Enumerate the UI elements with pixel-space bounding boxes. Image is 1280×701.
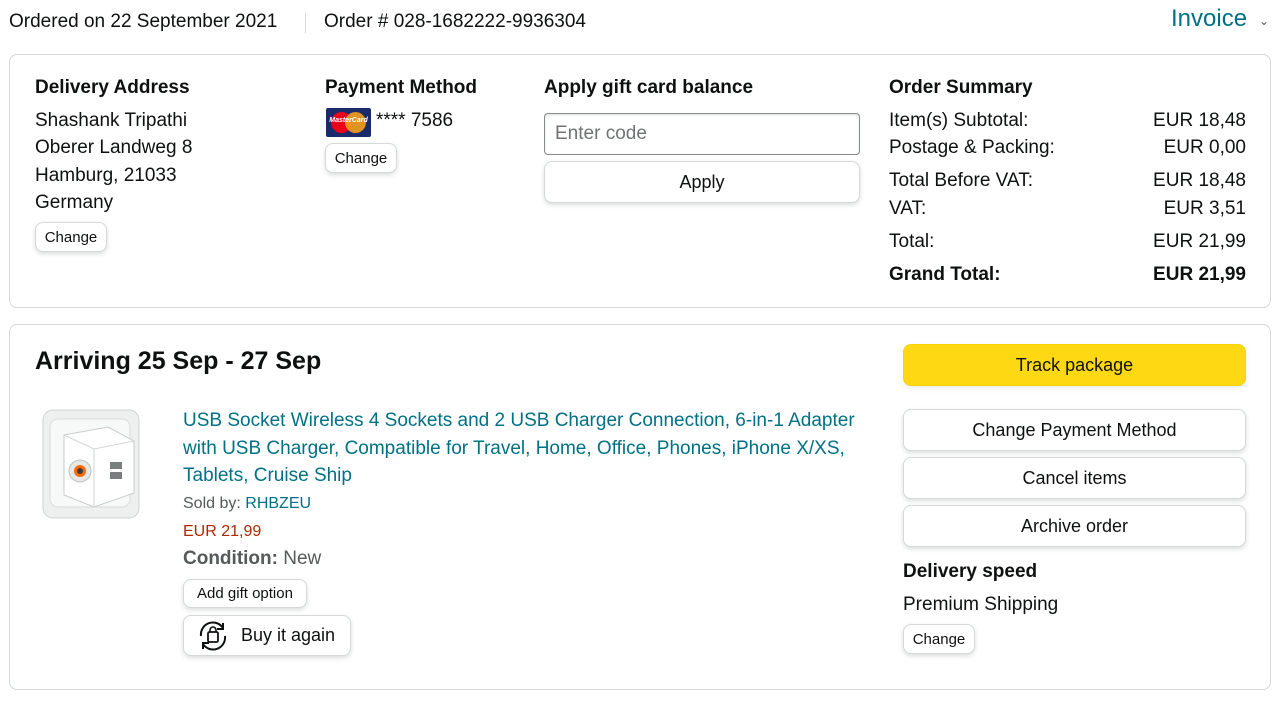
add-gift-option-button[interactable]: Add gift option — [183, 579, 307, 608]
apply-button[interactable]: Apply — [544, 161, 860, 203]
summary-row: Total Before VAT: EUR 18,48 — [889, 170, 1246, 191]
gift-card-heading: Apply gift card balance — [544, 77, 754, 98]
item-price: EUR 21,99 — [183, 523, 262, 540]
summary-row: Item(s) Subtotal: EUR 18,48 — [889, 110, 1246, 131]
cancel-items-button[interactable]: Cancel items — [903, 457, 1246, 499]
address-line: Germany — [35, 192, 114, 213]
card-number: **** 7586 — [376, 110, 454, 131]
invoice-link[interactable]: Invoice — [1171, 5, 1247, 33]
archive-order-button[interactable]: Archive order — [903, 505, 1246, 547]
payment-method-heading: Payment Method — [325, 77, 478, 98]
summary-row: Postage & Packing: EUR 0,00 — [889, 137, 1246, 158]
buy-again-label: Buy it again — [241, 625, 336, 645]
sold-by: Sold by: RHBZEU — [183, 495, 312, 512]
arrival-window: Arriving 25 Sep - 27 Sep — [35, 347, 322, 375]
change-address-button[interactable]: Change — [35, 222, 107, 252]
product-image[interactable] — [42, 407, 140, 522]
change-payment-button[interactable]: Change — [325, 143, 397, 173]
chevron-down-icon[interactable]: ⌄ — [1259, 14, 1269, 28]
header-divider — [305, 13, 306, 33]
delivery-address-heading: Delivery Address — [35, 77, 190, 98]
summary-row: VAT: EUR 3,51 — [889, 198, 1246, 219]
delivery-speed-value: Premium Shipping — [903, 594, 1059, 615]
summary-row: Total: EUR 21,99 — [889, 231, 1246, 252]
order-number: Order # 028-1682222-9936304 — [324, 11, 586, 32]
address-line: Hamburg, 21033 — [35, 165, 177, 186]
buy-again-button[interactable]: Buy it again — [183, 615, 351, 656]
buy-again-icon — [199, 621, 227, 650]
item-condition: Condition: New — [183, 548, 322, 569]
change-payment-method-button[interactable]: Change Payment Method — [903, 409, 1246, 451]
shipment-card: Arriving 25 Sep - 27 Sep USB Socket Wire… — [9, 324, 1271, 690]
seller-link[interactable]: RHBZEU — [245, 495, 311, 512]
order-header: Ordered on 22 September 2021 Order # 028… — [0, 0, 1280, 44]
order-details-card: Delivery Address Shashank Tripathi Obere… — [9, 54, 1271, 308]
order-summary-heading: Order Summary — [889, 77, 1033, 98]
track-package-button[interactable]: Track package — [903, 344, 1246, 386]
address-line: Oberer Landweg 8 — [35, 137, 193, 158]
product-title-link[interactable]: USB Socket Wireless 4 Sockets and 2 USB … — [183, 407, 873, 490]
change-delivery-speed-button[interactable]: Change — [903, 624, 975, 654]
address-line: Shashank Tripathi — [35, 110, 188, 131]
order-date: Ordered on 22 September 2021 — [9, 11, 278, 32]
mastercard-icon: MasterCard — [326, 108, 371, 137]
delivery-speed-heading: Delivery speed — [903, 561, 1038, 582]
grand-total-row: Grand Total: EUR 21,99 — [889, 264, 1246, 285]
gift-code-input[interactable]: Enter code — [544, 113, 860, 155]
